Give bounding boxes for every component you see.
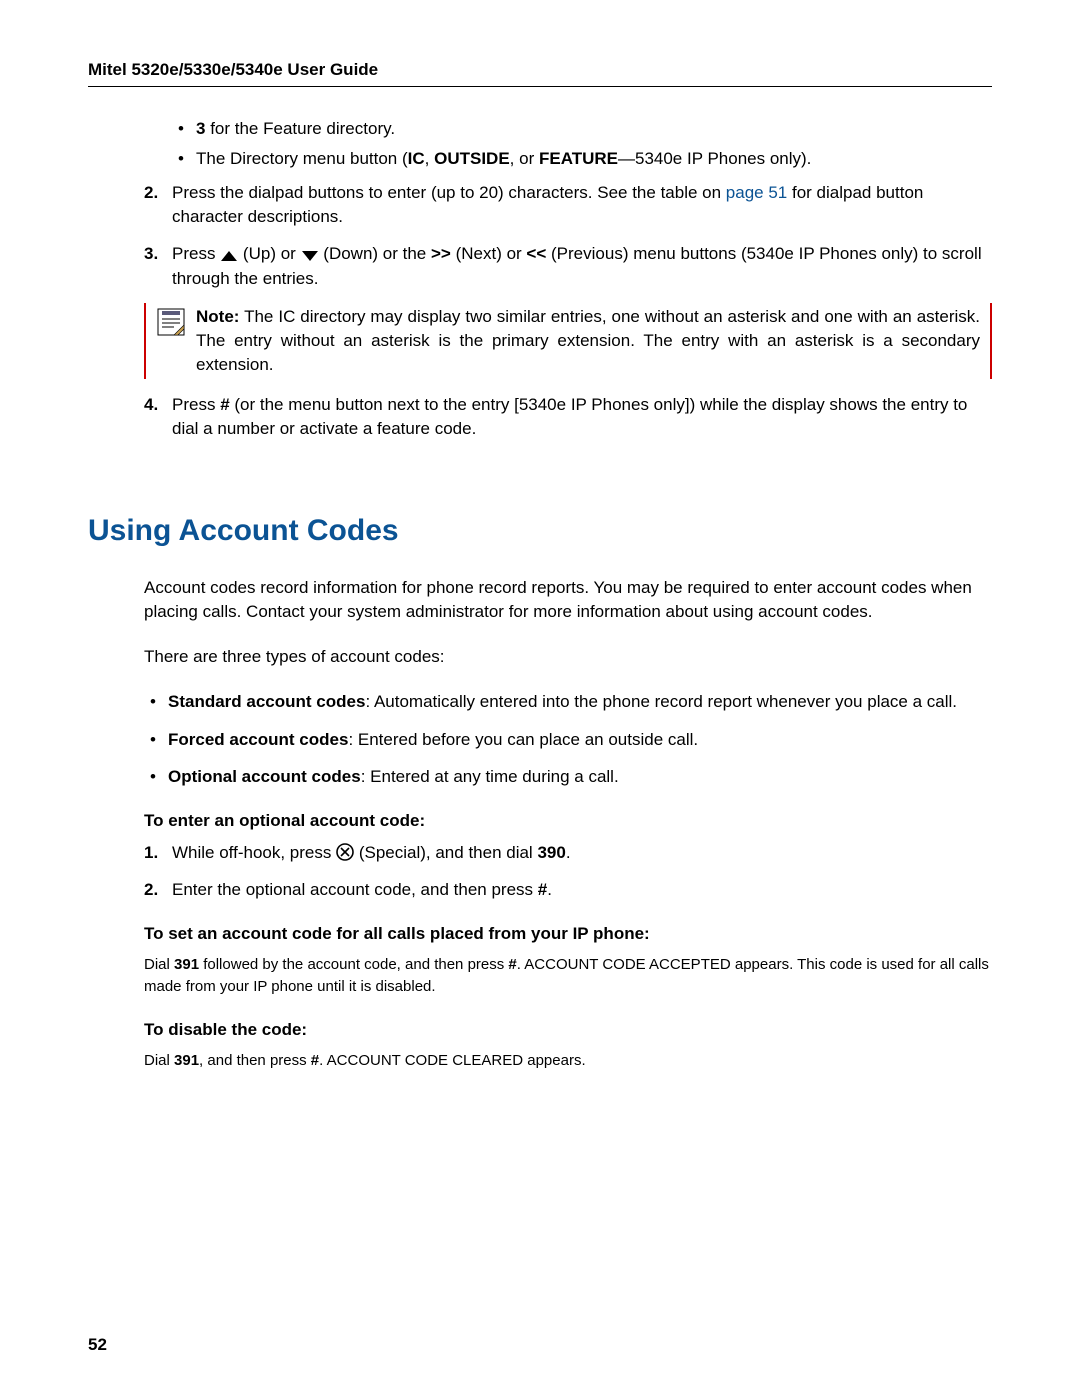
bullet-item: 3 for the Feature directory. (172, 117, 992, 141)
bold-text: # (508, 956, 516, 973)
bold-text: FEATURE (539, 149, 618, 168)
text: . (566, 843, 571, 862)
directory-steps-cont: 4. Press # (or the menu button next to t… (144, 393, 992, 442)
account-code-types: Standard account codes: Automatically en… (144, 690, 992, 789)
text: Enter the optional account code, and the… (172, 880, 538, 899)
text: , (425, 149, 434, 168)
bold-text: # (311, 1052, 319, 1069)
optional-code-heading: To enter an optional account code: (144, 811, 992, 831)
text: Dial (144, 956, 174, 973)
step-number: 2. (144, 878, 158, 903)
bullet-item: The Directory menu button (IC, OUTSIDE, … (172, 147, 992, 171)
text: The IC directory may display two similar… (196, 307, 980, 374)
document-header: Mitel 5320e/5330e/5340e User Guide (88, 60, 992, 87)
text: (or the menu button next to the entry [5… (172, 395, 967, 439)
bullet-item: Optional account codes: Entered at any t… (144, 765, 992, 789)
note-icon (156, 305, 196, 376)
bold-text: 390 (537, 843, 565, 862)
disable-code-paragraph: Dial 391, and then press #. ACCOUNT CODE… (144, 1050, 992, 1072)
note-label: Note: (196, 307, 239, 326)
text: : Entered before you can place an outsid… (348, 730, 698, 749)
text: : Automatically entered into the phone r… (365, 692, 957, 711)
text: Press the dialpad buttons to enter (up t… (172, 183, 726, 202)
bold-text: << (526, 244, 546, 263)
step-number: 4. (144, 393, 158, 418)
bold-text: # (538, 880, 547, 899)
step-number: 3. (144, 242, 158, 267)
note-callout: Note: The IC directory may display two s… (144, 303, 992, 378)
directory-steps: 2. Press the dialpad buttons to enter (u… (144, 181, 992, 292)
text: The Directory menu button ( (196, 149, 408, 168)
text: (Up) or (243, 244, 301, 263)
bold-text: 391 (174, 956, 199, 973)
bold-text: 391 (174, 1052, 199, 1069)
page-number: 52 (88, 1335, 107, 1355)
bullet-item: Standard account codes: Automatically en… (144, 690, 992, 714)
text: . ACCOUNT CODE CLEARED appears. (319, 1052, 585, 1069)
step-3: 3. Press (Up) or (Down) or the >> (Next)… (144, 242, 992, 291)
text: Press (172, 395, 220, 414)
text: , or (510, 149, 539, 168)
bold-text: Standard account codes (168, 692, 365, 711)
step-number: 2. (144, 181, 158, 206)
text: . (547, 880, 552, 899)
step-number: 1. (144, 841, 158, 866)
text: While off-hook, press (172, 843, 336, 862)
page-link[interactable]: page 51 (726, 183, 787, 202)
disable-code-heading: To disable the code: (144, 1020, 992, 1040)
intro-paragraph: Account codes record information for pho… (144, 576, 992, 625)
step-1: 1. While off-hook, press (Special), and … (144, 841, 992, 866)
bold-text: Forced account codes (168, 730, 348, 749)
special-button-icon (336, 843, 354, 861)
step-2: 2. Enter the optional account code, and … (144, 878, 992, 903)
up-arrow-icon (220, 250, 238, 262)
text: for the Feature directory. (205, 119, 395, 138)
down-arrow-icon (301, 250, 319, 262)
bold-text: Optional account codes (168, 767, 361, 786)
text: (Next) or (456, 244, 527, 263)
text: Press (172, 244, 220, 263)
text: followed by the account code, and then p… (199, 956, 508, 973)
step-4: 4. Press # (or the menu button next to t… (144, 393, 992, 442)
text: Dial (144, 1052, 174, 1069)
text: (Special), and then dial (359, 843, 538, 862)
text: : Entered at any time during a call. (361, 767, 619, 786)
bold-text: >> (431, 244, 451, 263)
bold-text: # (220, 395, 229, 414)
feature-bullets: 3 for the Feature directory. The Directo… (172, 117, 992, 171)
text: , and then press (199, 1052, 311, 1069)
types-lead: There are three types of account codes: (144, 645, 992, 670)
bold-text: OUTSIDE (434, 149, 510, 168)
document-page: Mitel 5320e/5330e/5340e User Guide 3 for… (0, 0, 1080, 1397)
optional-code-steps: 1. While off-hook, press (Special), and … (144, 841, 992, 902)
text: —5340e IP Phones only). (618, 149, 811, 168)
section-heading: Using Account Codes (88, 514, 992, 548)
bullet-item: Forced account codes: Entered before you… (144, 728, 992, 752)
bold-text: IC (408, 149, 425, 168)
set-code-paragraph: Dial 391 followed by the account code, a… (144, 954, 992, 998)
set-code-heading: To set an account code for all calls pla… (144, 924, 992, 944)
text: (Down) or the (323, 244, 431, 263)
note-text: Note: The IC directory may display two s… (196, 305, 980, 376)
step-2: 2. Press the dialpad buttons to enter (u… (144, 181, 992, 230)
